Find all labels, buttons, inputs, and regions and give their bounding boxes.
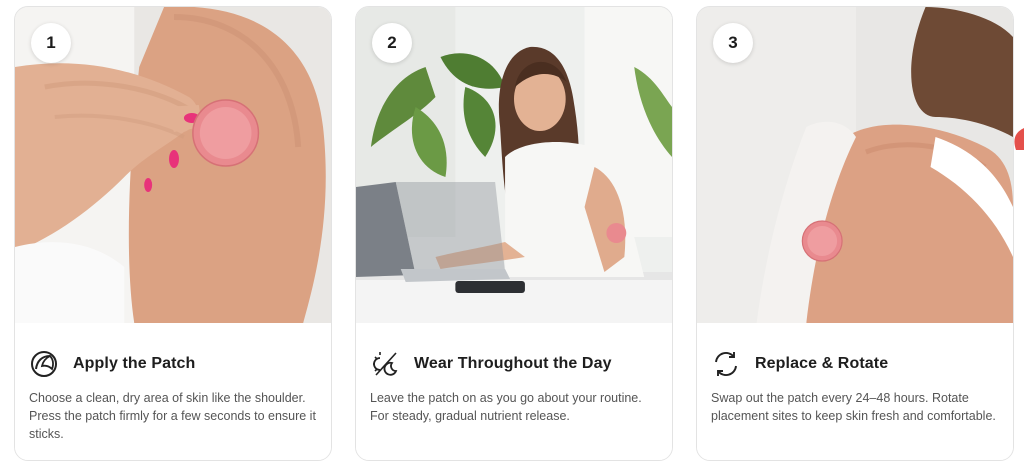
patch-icon <box>29 349 59 379</box>
rotate-arrows-icon <box>711 349 741 379</box>
hand-applying-patch-photo: 1 <box>15 7 331 323</box>
woman-at-laptop-photo: 2 <box>356 7 672 323</box>
step-number-badge: 2 <box>372 23 412 63</box>
step-description: Swap out the patch every 24–48 hours. Ro… <box>711 391 996 423</box>
step-number-badge: 1 <box>31 23 71 63</box>
step-description: Leave the patch on as you go about your … <box>370 391 642 423</box>
patch-on-shoulder-photo: 3 <box>697 7 1013 323</box>
step-number-badge: 3 <box>713 23 753 63</box>
step-card-3: 3 Replace & Rotate Swap out the patch ev… <box>696 6 1014 461</box>
steps-section: 1 Apply the Patch Choose a clean, dry ar… <box>0 0 1024 470</box>
step-title: Apply the Patch <box>73 355 196 372</box>
step-title: Replace & Rotate <box>755 355 889 372</box>
sun-moon-icon <box>370 349 400 379</box>
step-card-1: 1 Apply the Patch Choose a clean, dry ar… <box>14 6 332 461</box>
step-title: Wear Throughout the Day <box>414 355 612 372</box>
step-description: Choose a clean, dry area of skin like th… <box>29 391 316 441</box>
scroll-edge-indicator <box>1014 128 1024 150</box>
step-card-2: 2 Wear Throughout the Day Leave the patc… <box>355 6 673 461</box>
